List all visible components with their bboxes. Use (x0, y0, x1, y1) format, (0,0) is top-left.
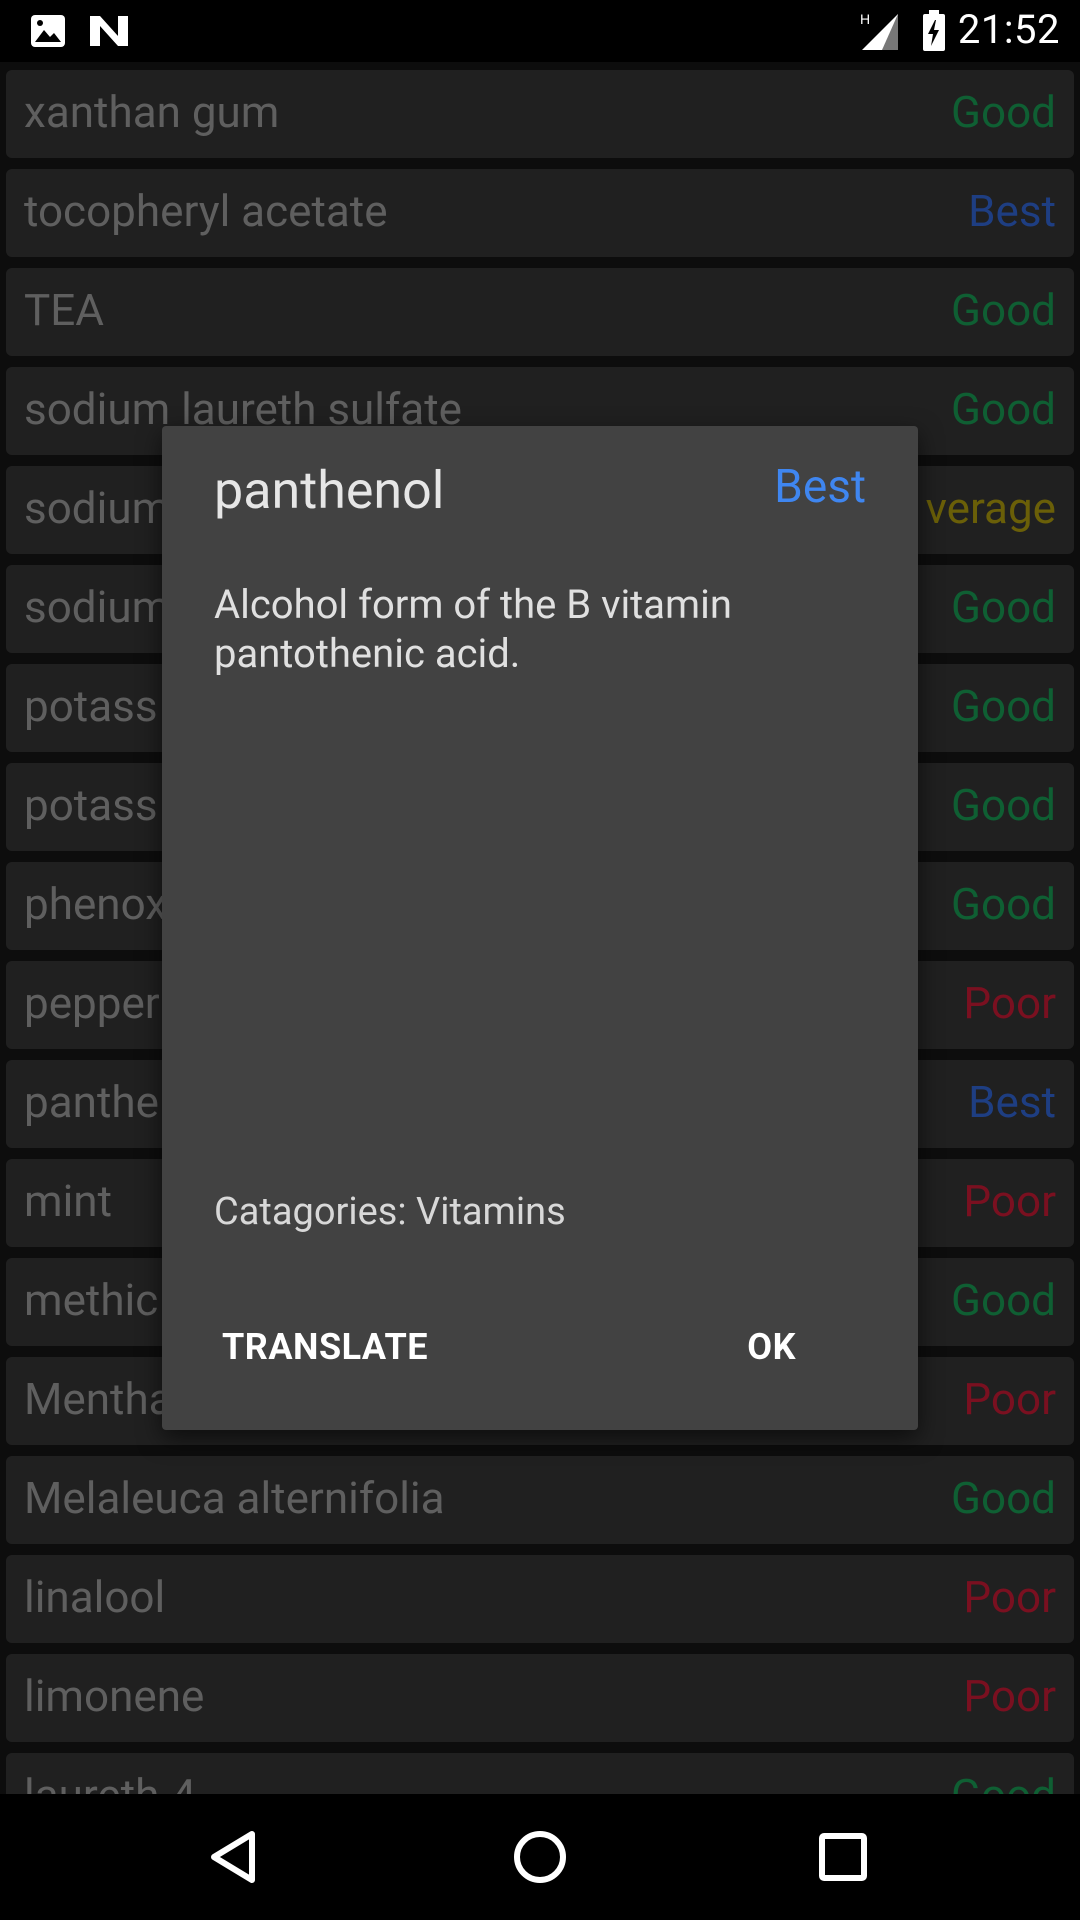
list-item[interactable]: tocopheryl acetate Best (6, 169, 1074, 257)
network-type-label: H (860, 11, 870, 27)
ingredient-name: limonene (24, 1670, 205, 1722)
dialog-title: panthenol (214, 460, 445, 521)
ingredient-rating: Poor (963, 1571, 1056, 1623)
ingredient-rating: Poor (963, 977, 1056, 1029)
screen: H 21:52 xanthan gum Good tocopheryl acetat… (0, 0, 1080, 1920)
ingredient-rating: Best (968, 1076, 1056, 1128)
navigation-bar (0, 1794, 1080, 1920)
list-item[interactable]: laureth-4 Good (6, 1753, 1074, 1794)
status-bar: H 21:52 (0, 0, 1080, 62)
ingredient-rating: Best (968, 185, 1056, 237)
ingredient-name: pepper (24, 977, 160, 1029)
list-item[interactable]: linalool Poor (6, 1555, 1074, 1643)
ingredient-name: sodium (24, 581, 171, 633)
ingredient-rating: Good (951, 581, 1056, 633)
ingredient-dialog: panthenol Best Alcohol form of the B vit… (162, 426, 918, 1430)
signal-icon: H (858, 10, 902, 56)
ingredient-rating: Poor (963, 1373, 1056, 1425)
ingredient-name: linalool (24, 1571, 166, 1623)
ingredient-rating: Good (951, 779, 1056, 831)
image-icon (30, 14, 66, 52)
ok-button[interactable]: OK (743, 1320, 800, 1374)
ingredient-name: mint (24, 1175, 112, 1227)
battery-charging-icon (922, 10, 946, 56)
ingredient-rating: Good (951, 878, 1056, 930)
dialog-rating: Best (774, 460, 866, 514)
list-item[interactable]: limonene Poor (6, 1654, 1074, 1742)
ingredient-rating: Good (951, 1472, 1056, 1524)
ingredient-name: Mentha (24, 1373, 173, 1425)
dialog-categories: Catagories: Vitamins (214, 1190, 566, 1234)
status-time: 21:52 (957, 6, 1060, 53)
ingredient-rating: Good (951, 284, 1056, 336)
ingredient-name: TEA (24, 284, 104, 336)
ingredient-name: xanthan gum (24, 86, 280, 138)
translate-button[interactable]: TRANSLATE (218, 1320, 432, 1374)
back-icon[interactable] (200, 1822, 270, 1892)
list-item[interactable]: xanthan gum Good (6, 70, 1074, 158)
list-item[interactable]: Melaleuca alternifolia Good (6, 1456, 1074, 1544)
ingredient-rating: Good (951, 1769, 1056, 1794)
ingredient-name: methic (24, 1274, 159, 1326)
ingredient-rating: Good (951, 680, 1056, 732)
ingredient-name: tocopheryl acetate (24, 185, 388, 237)
ingredient-rating: Poor (963, 1670, 1056, 1722)
ingredient-name: potass (24, 680, 158, 732)
ingredient-name: Melaleuca alternifolia (24, 1472, 445, 1524)
ingredient-rating: Good (951, 383, 1056, 435)
ingredient-name: laureth-4 (24, 1769, 196, 1794)
home-icon[interactable] (505, 1822, 575, 1892)
ingredient-rating: Poor (963, 1175, 1056, 1227)
n-logo-icon (88, 14, 132, 52)
ingredient-name: panthe (24, 1076, 159, 1128)
ingredient-rating: Good (951, 86, 1056, 138)
ingredient-rating: Good (951, 1274, 1056, 1326)
recents-icon[interactable] (808, 1822, 878, 1892)
list-item[interactable]: TEA Good (6, 268, 1074, 356)
dialog-description: Alcohol form of the B vitamin pantotheni… (214, 581, 732, 677)
ingredient-name: sodium (24, 482, 171, 534)
ingredient-name: potass (24, 779, 158, 831)
ingredient-name: phenox (24, 878, 168, 930)
ingredient-rating: verage (925, 482, 1056, 534)
